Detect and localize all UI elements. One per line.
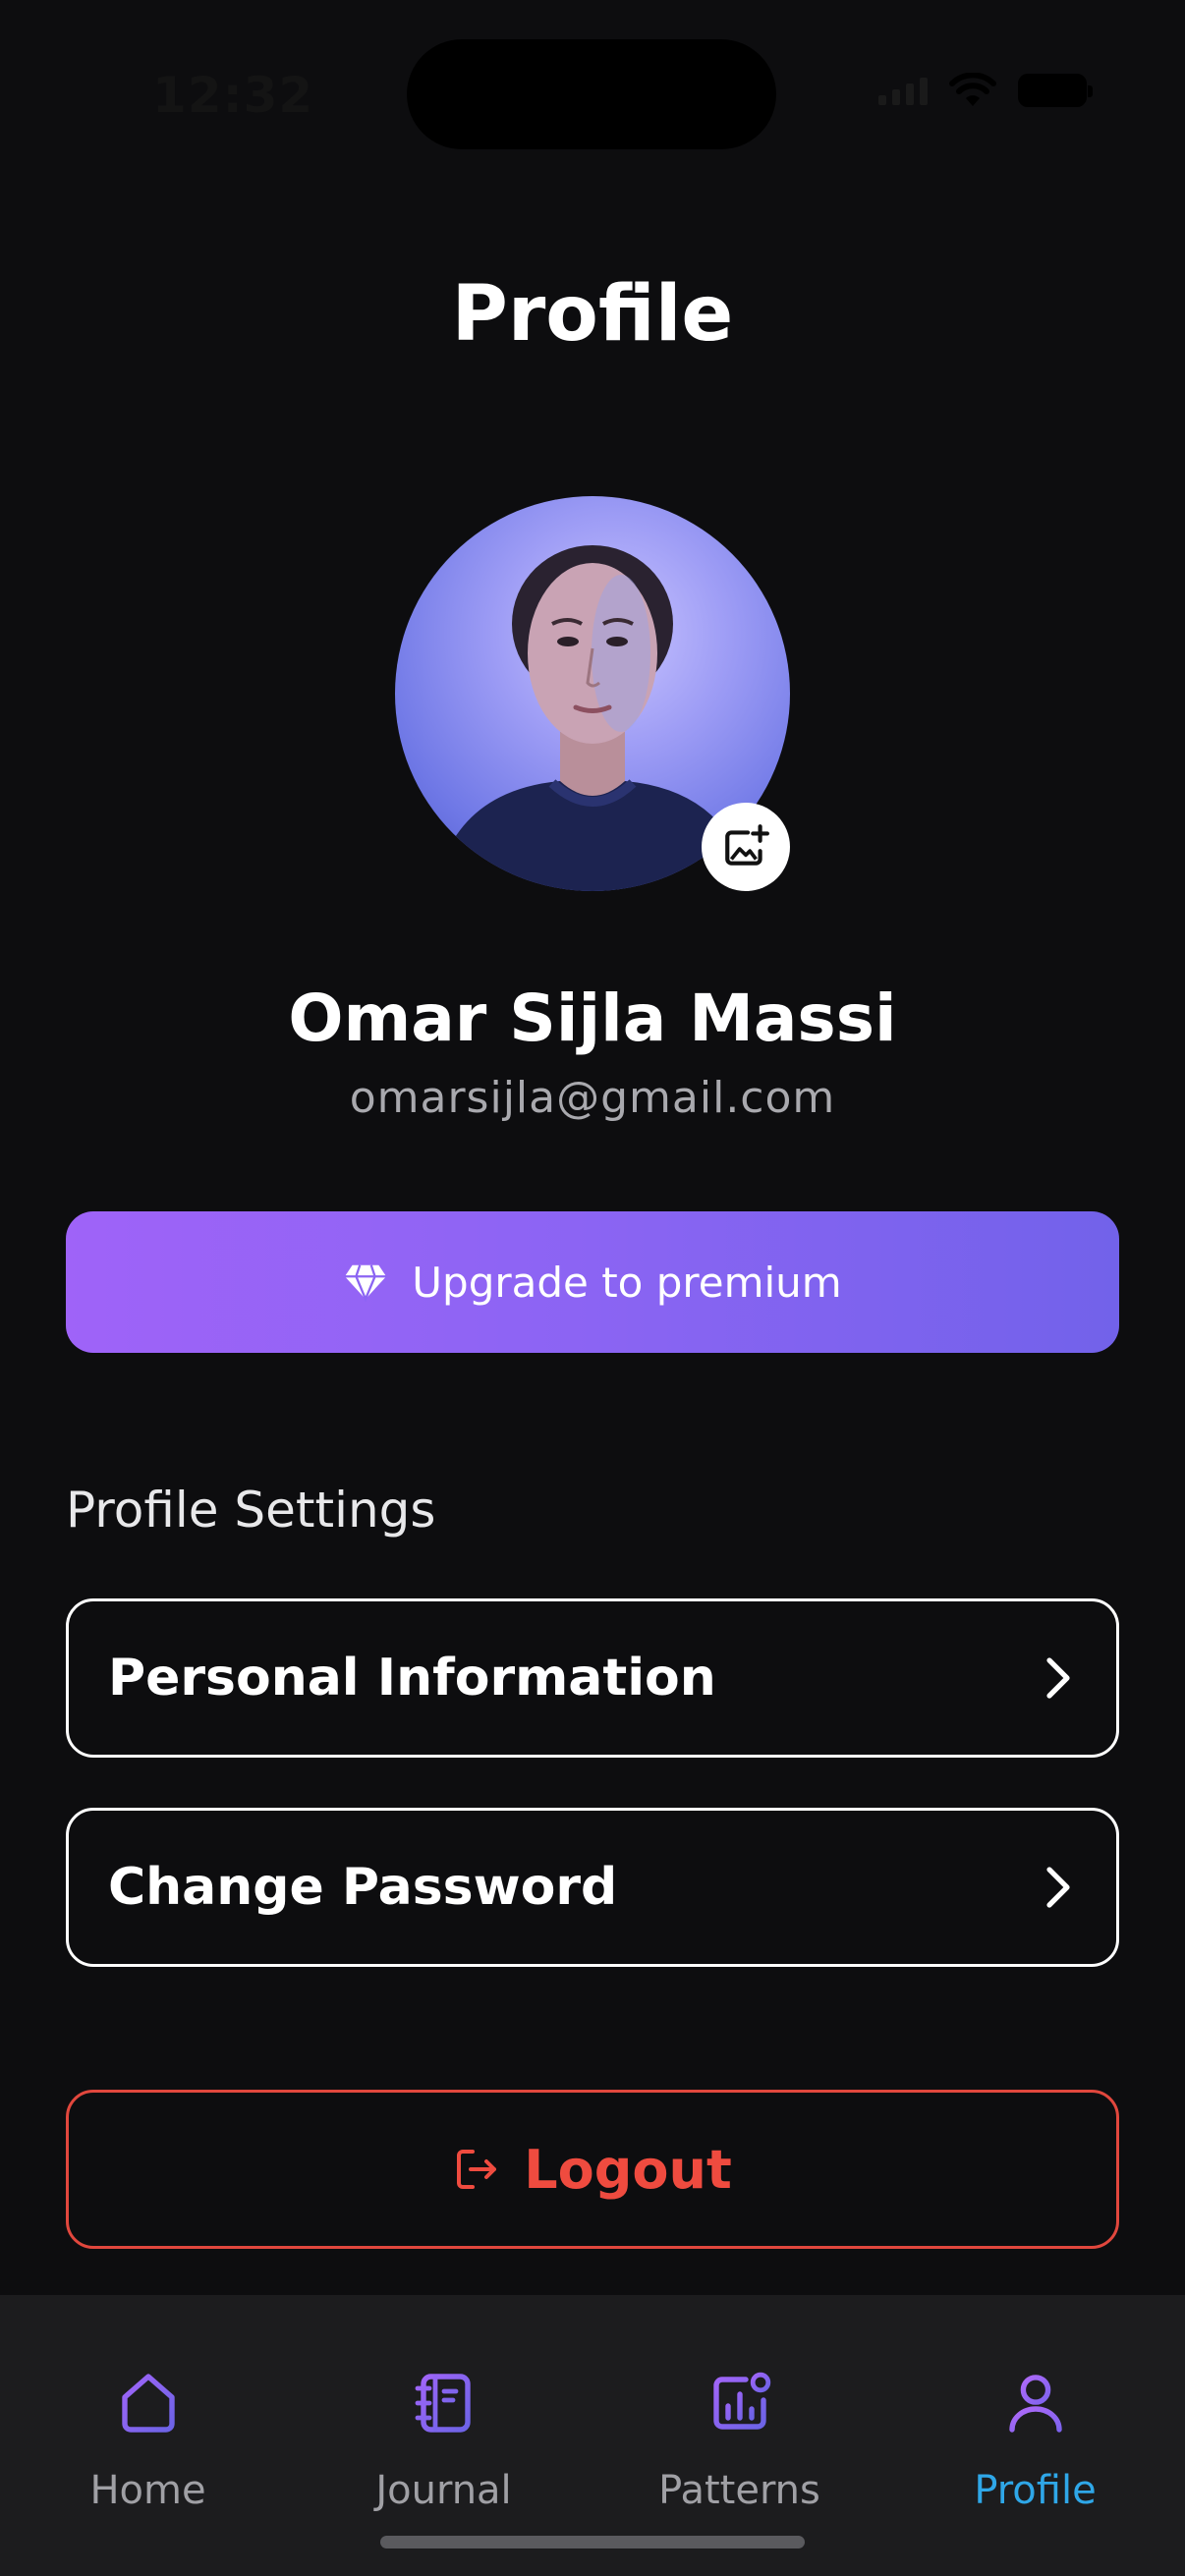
status-bar: 12:32: [0, 0, 1185, 149]
add-photo-icon: [725, 824, 769, 866]
logout-icon: [457, 2150, 497, 2189]
personal-information-label: Personal Information: [108, 1649, 716, 1708]
status-time: 12:32: [152, 67, 314, 124]
tab-patterns[interactable]: Patterns: [592, 2295, 887, 2541]
home-indicator: [380, 2536, 805, 2548]
chevron-right-icon: [1046, 1657, 1070, 1699]
diamond-icon: [345, 1264, 387, 1302]
change-password-item[interactable]: Change Password: [66, 1808, 1119, 1967]
wifi-icon: [949, 73, 996, 106]
tab-home-label: Home: [89, 2468, 206, 2513]
personal-information-item[interactable]: Personal Information: [66, 1598, 1119, 1758]
cellular-signal-icon: [878, 76, 928, 105]
tab-profile[interactable]: Profile: [887, 2295, 1183, 2541]
avatar-container: [395, 496, 790, 891]
battery-icon: [1018, 74, 1093, 107]
journal-icon: [405, 2364, 483, 2442]
tab-profile-label: Profile: [974, 2468, 1097, 2513]
profile-settings-title: Profile Settings: [66, 1482, 436, 1539]
upgrade-premium-label: Upgrade to premium: [412, 1258, 842, 1307]
logout-button[interactable]: Logout: [66, 2090, 1119, 2249]
chevron-right-icon: [1046, 1867, 1070, 1908]
page-title: Profile: [451, 270, 734, 359]
edit-photo-button[interactable]: [702, 803, 790, 891]
user-email: omarsijla@gmail.com: [349, 1073, 836, 1123]
logout-label: Logout: [524, 2138, 732, 2201]
home-icon: [109, 2364, 188, 2442]
change-password-label: Change Password: [108, 1858, 618, 1917]
tab-journal[interactable]: Journal: [296, 2295, 592, 2541]
user-name: Omar Sijla Massi: [288, 980, 897, 1056]
patterns-icon: [701, 2364, 779, 2442]
bottom-tab-bar: Home Journal Patterns Profile: [0, 2295, 1185, 2576]
upgrade-premium-button[interactable]: Upgrade to premium: [66, 1211, 1119, 1353]
tab-home[interactable]: Home: [0, 2295, 296, 2541]
status-icons: [878, 73, 1093, 108]
profile-icon: [996, 2364, 1075, 2442]
tab-journal-label: Journal: [375, 2468, 512, 2513]
tab-patterns-label: Patterns: [658, 2468, 820, 2513]
dynamic-island: [407, 39, 776, 149]
